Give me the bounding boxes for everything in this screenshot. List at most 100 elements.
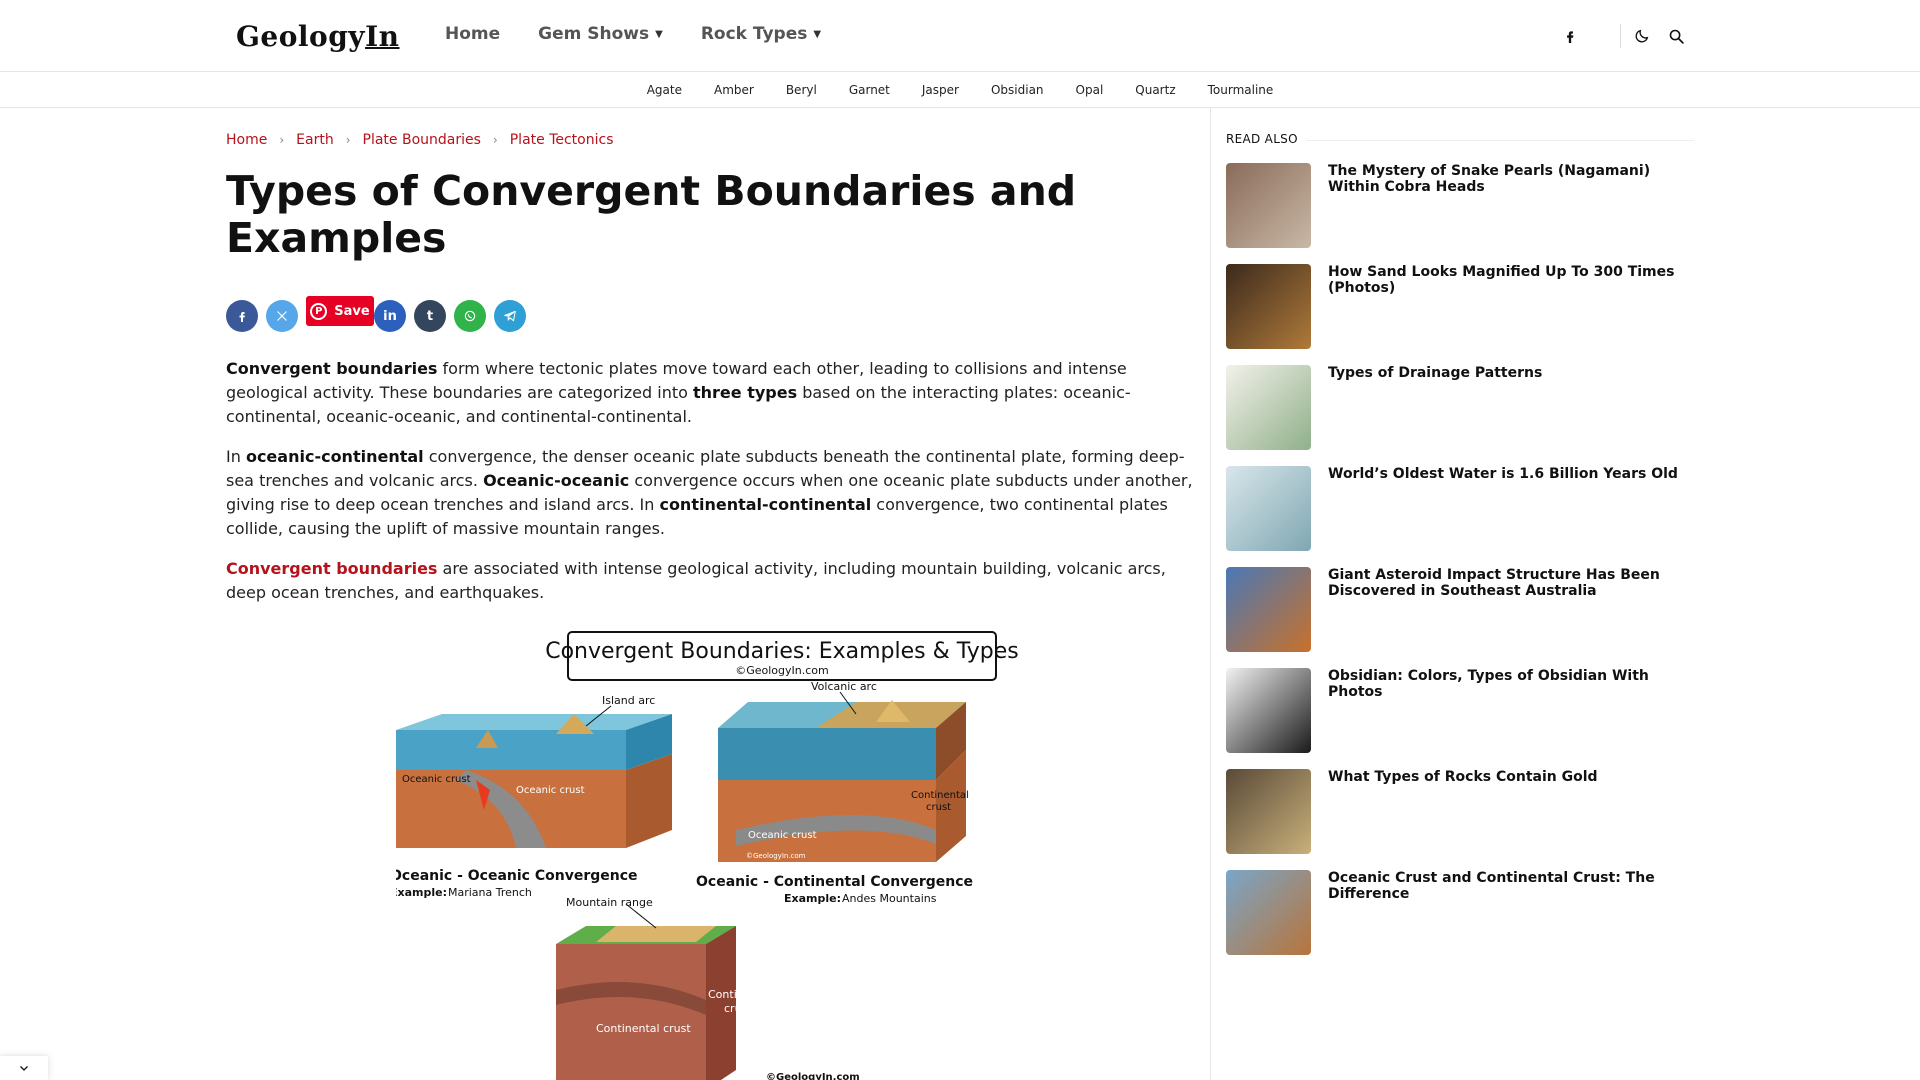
read-also-item[interactable]: The Mystery of Snake Pearls (Nagamani) W…: [1226, 163, 1694, 249]
label-continental-crust: Continental crust: [596, 1022, 691, 1035]
whatsapp-icon: [464, 310, 476, 322]
breadcrumb-plate-tectonics[interactable]: Plate Tectonics: [510, 132, 614, 148]
chevron-right-icon: ›: [492, 133, 498, 147]
read-also-item[interactable]: World’s Oldest Water is 1.6 Billion Year…: [1226, 466, 1694, 552]
site-logo[interactable]: GeologyIn: [236, 20, 400, 53]
article-thumbnail[interactable]: [1226, 668, 1311, 753]
convergent-boundaries-link[interactable]: Convergent boundaries: [226, 559, 437, 578]
label-oceanic-crust: Oceanic crust: [748, 830, 817, 841]
read-also-item[interactable]: Types of Drainage Patterns: [1226, 365, 1694, 451]
breadcrumb-plate-boundaries[interactable]: Plate Boundaries: [363, 132, 481, 148]
read-also-item[interactable]: What Types of Rocks Contain Gold: [1226, 769, 1694, 855]
breadcrumb: Home › Earth › Plate Boundaries › Plate …: [226, 132, 614, 148]
dark-mode-icon[interactable]: [1630, 24, 1654, 48]
breadcrumb-home[interactable]: Home: [226, 132, 267, 148]
label-continental-crust: crust: [926, 802, 951, 813]
read-also-title[interactable]: The Mystery of Snake Pearls (Nagamani) W…: [1328, 163, 1688, 195]
share-x-button[interactable]: [266, 300, 298, 332]
read-also-title[interactable]: Obsidian: Colors, Types of Obsidian With…: [1328, 668, 1688, 700]
sidebar-divider: [1210, 108, 1211, 1080]
label-mountain-range: Mountain range: [566, 896, 653, 909]
chevron-right-icon: ›: [279, 133, 285, 147]
read-also-title[interactable]: World’s Oldest Water is 1.6 Billion Year…: [1328, 466, 1688, 482]
read-also-title[interactable]: How Sand Looks Magnified Up To 300 Times…: [1328, 264, 1688, 296]
search-icon[interactable]: [1664, 24, 1688, 48]
page-title: Types of Convergent Boundaries and Examp…: [226, 167, 1077, 262]
share-facebook-button[interactable]: [226, 300, 258, 332]
category-nav: Agate Amber Beryl Garnet Jasper Obsidian…: [0, 72, 1920, 108]
category-link-amber[interactable]: Amber: [714, 83, 754, 97]
facebook-icon: [239, 312, 245, 322]
example-andes-mountains: Andes Mountains: [842, 892, 937, 905]
example-key: Example:: [784, 892, 841, 905]
diagram-watermark: ©GeologyIn.com: [746, 852, 806, 860]
read-also-title[interactable]: Oceanic Crust and Continental Crust: The…: [1328, 870, 1688, 902]
article-body: Convergent boundaries form where tectoni…: [226, 357, 1194, 621]
share-whatsapp-button[interactable]: [454, 300, 486, 332]
category-link-opal[interactable]: Opal: [1076, 83, 1104, 97]
chevron-right-icon: ›: [345, 133, 351, 147]
category-link-garnet[interactable]: Garnet: [849, 83, 890, 97]
article-thumbnail[interactable]: [1226, 466, 1311, 551]
expand-toggle[interactable]: [0, 1056, 48, 1080]
example-mariana-trench: Mariana Trench: [448, 886, 532, 899]
oceanic-oceanic-block: Island arc Oceanic crust Oceanic crust O…: [396, 694, 672, 899]
category-link-agate[interactable]: Agate: [647, 83, 682, 97]
nav-rock-types[interactable]: Rock Types ▼: [701, 24, 821, 44]
label-oceanic-crust: Oceanic crust: [516, 785, 585, 796]
x-icon: [277, 311, 287, 321]
read-also-title[interactable]: Giant Asteroid Impact Structure Has Been…: [1328, 567, 1688, 599]
read-also-title[interactable]: What Types of Rocks Contain Gold: [1328, 769, 1688, 785]
article-thumbnail[interactable]: [1226, 264, 1311, 349]
nav-gem-shows[interactable]: Gem Shows ▼: [538, 24, 663, 44]
chevron-down-icon: ▼: [655, 28, 663, 40]
read-also-item[interactable]: How Sand Looks Magnified Up To 300 Times…: [1226, 264, 1694, 350]
main-nav: Home Gem Shows ▼ Rock Types ▼: [445, 24, 859, 44]
category-link-obsidian[interactable]: Obsidian: [991, 83, 1044, 97]
pinterest-icon: P: [310, 302, 328, 320]
read-also-title[interactable]: Types of Drainage Patterns: [1328, 365, 1688, 381]
header-actions: [1558, 24, 1690, 48]
read-also-item[interactable]: Oceanic Crust and Continental Crust: The…: [1226, 870, 1694, 956]
article-thumbnail[interactable]: [1226, 567, 1311, 652]
nav-home[interactable]: Home: [445, 24, 500, 44]
category-link-beryl[interactable]: Beryl: [786, 83, 817, 97]
read-also-heading: READ ALSO: [1226, 132, 1694, 150]
article-thumbnail[interactable]: [1226, 163, 1311, 248]
chevron-down-icon: ▼: [813, 28, 822, 40]
label-volcanic-arc: Volcanic arc: [811, 680, 877, 693]
share-tumblr-button[interactable]: t: [414, 300, 446, 332]
article-thumbnail[interactable]: [1226, 870, 1311, 955]
paragraph: Convergent boundaries are associated wit…: [226, 559, 1166, 602]
share-telegram-button[interactable]: [494, 300, 526, 332]
breadcrumb-earth[interactable]: Earth: [296, 132, 334, 148]
label-island-arc: Island arc: [602, 694, 655, 707]
category-link-tourmaline[interactable]: Tourmaline: [1208, 83, 1274, 97]
figure-title: Convergent Boundaries: Examples & Types: [545, 639, 1019, 664]
telegram-icon: [504, 310, 516, 322]
article-thumbnail[interactable]: [1226, 769, 1311, 854]
label-continental-crust: crust: [724, 1002, 752, 1015]
paragraph: In oceanic-continental convergence, the …: [226, 447, 1193, 538]
figure-credit: ©GeologyIn.com: [735, 664, 829, 677]
facebook-icon[interactable]: [1558, 24, 1582, 48]
label-continental-crust: Continental: [708, 988, 772, 1001]
example-key: Example:: [396, 886, 447, 899]
chevron-down-icon: [20, 1066, 28, 1071]
read-also-item[interactable]: Obsidian: Colors, Types of Obsidian With…: [1226, 668, 1694, 754]
label-oceanic-continental: Oceanic - Continental Convergence: [696, 874, 973, 890]
category-link-quartz[interactable]: Quartz: [1135, 83, 1175, 97]
share-linkedin-button[interactable]: in: [374, 300, 406, 332]
convergent-boundaries-diagram: Convergent Boundaries: Examples & Types …: [396, 631, 1019, 1080]
pinterest-save-button[interactable]: P Save: [306, 296, 374, 326]
continental-continental-block: Mountain range Continental crust Contine…: [556, 896, 860, 1080]
article-column: Home › Earth › Plate Boundaries › Plate …: [226, 108, 1194, 1080]
label-oceanic-crust: Oceanic crust: [402, 774, 471, 785]
read-also-item[interactable]: Giant Asteroid Impact Structure Has Been…: [1226, 567, 1694, 653]
article-thumbnail[interactable]: [1226, 365, 1311, 450]
category-link-jasper[interactable]: Jasper: [922, 83, 959, 97]
paragraph: Convergent boundaries form where tectoni…: [226, 359, 1131, 426]
linkedin-icon: in: [383, 308, 397, 324]
label-oceanic-oceanic: Oceanic - Oceanic Convergence: [396, 868, 638, 884]
figure-credit: ©GeologyIn.com: [766, 1072, 860, 1080]
